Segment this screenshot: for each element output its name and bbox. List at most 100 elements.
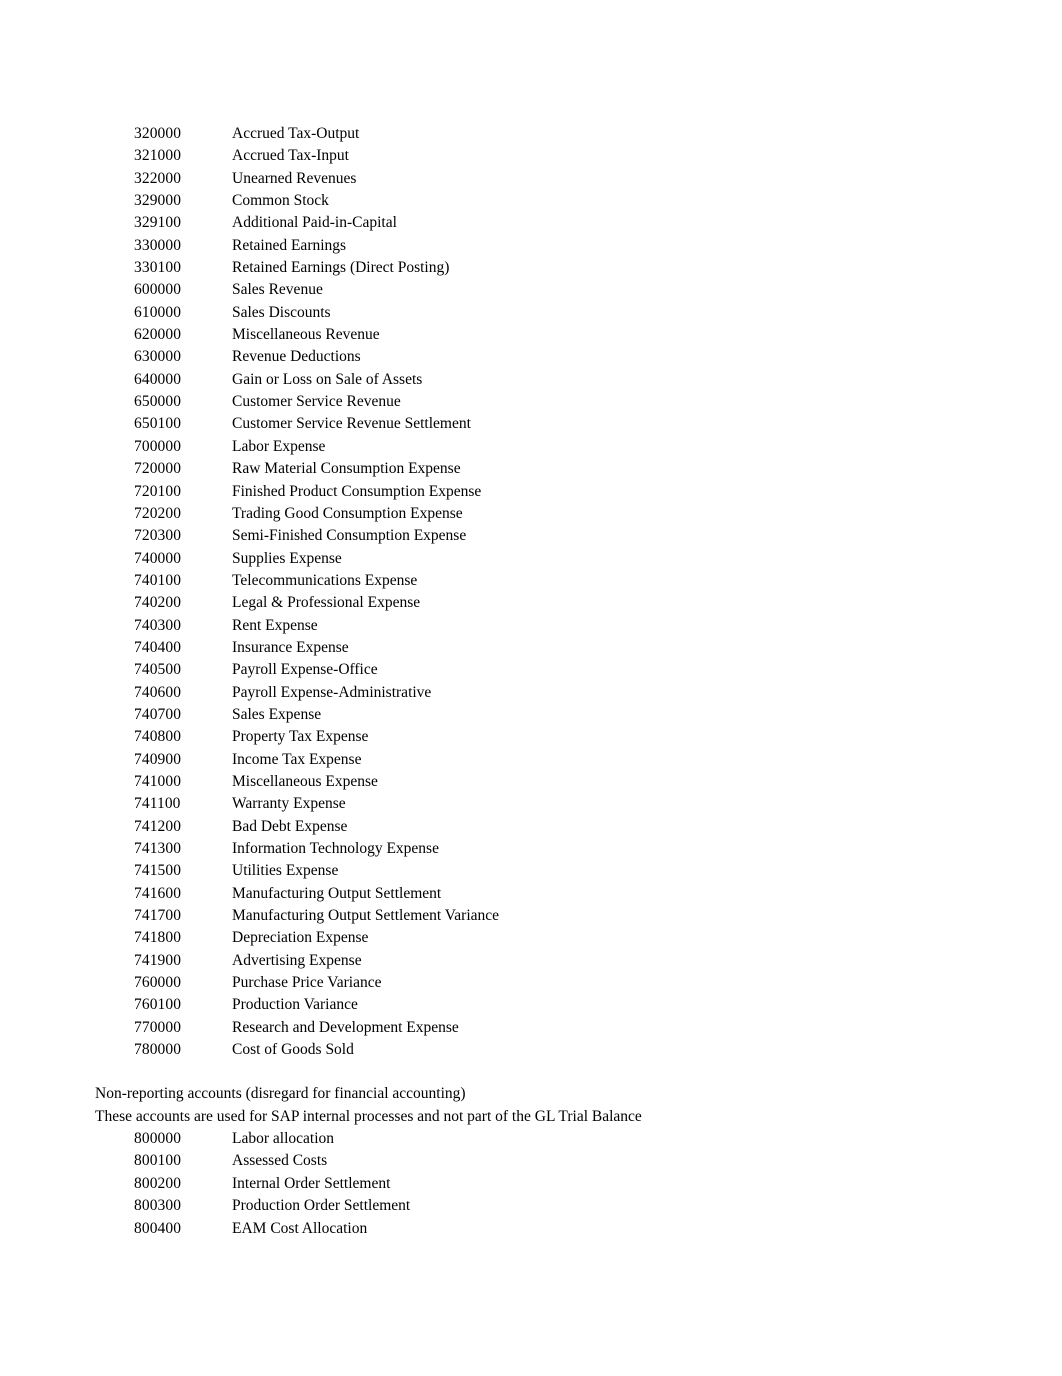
account-number: 741500 — [134, 862, 182, 880]
account-row: 720200 Trading Good Consumption Expense — [0, 503, 1062, 525]
account-number: 740200 — [134, 594, 182, 612]
account-name: Cost of Goods Sold — [232, 1041, 354, 1059]
account-number: 720100 — [134, 482, 182, 500]
account-row: 741800 Depreciation Expense — [0, 927, 1062, 949]
account-name: Purchase Price Variance — [232, 974, 382, 992]
account-number: 741600 — [134, 884, 182, 902]
account-name: Revenue Deductions — [232, 348, 361, 366]
account-name: Supplies Expense — [232, 549, 342, 567]
account-name: Unearned Revenues — [232, 169, 357, 187]
account-number: 329000 — [134, 192, 182, 210]
account-row: 740600 Payroll Expense-Administrative — [0, 682, 1062, 704]
account-name: Accrued Tax-Input — [232, 147, 349, 165]
account-row: 740300 Rent Expense — [0, 615, 1062, 637]
account-name: Retained Earnings (Direct Posting) — [232, 259, 450, 277]
account-name: EAM Cost Allocation — [232, 1219, 368, 1237]
account-name: Research and Development Expense — [232, 1018, 459, 1036]
account-row: 600000 Sales Revenue — [0, 279, 1062, 301]
account-number: 741800 — [134, 929, 182, 947]
account-row: 741300 Information Technology Expense — [0, 838, 1062, 860]
account-name: Retained Earnings — [232, 236, 347, 254]
account-row: 741000 Miscellaneous Expense — [0, 771, 1062, 793]
account-name: Gain or Loss on Sale of Assets — [232, 370, 423, 388]
account-number: 770000 — [134, 1018, 182, 1036]
account-name: Labor Expense — [232, 437, 326, 455]
account-number: 630000 — [134, 348, 182, 366]
account-number: 740300 — [134, 616, 182, 634]
account-row: 620000 Miscellaneous Revenue — [0, 324, 1062, 346]
account-number: 760100 — [134, 996, 182, 1014]
non-reporting-account-list: 800000 Labor allocation 800100 Assessed Cos… — [0, 1128, 1062, 1240]
account-number: 740500 — [134, 661, 182, 679]
account-row: 740000 Supplies Expense — [0, 548, 1062, 570]
account-name: Accrued Tax-Output — [232, 125, 360, 142]
account-number: 800100 — [134, 1152, 182, 1170]
account-row: 330000 Retained Earnings — [0, 235, 1062, 257]
account-number: 740700 — [134, 705, 182, 723]
account-name: Sales Expense — [232, 705, 322, 723]
account-row: 329100 Additional Paid-in-Capital — [0, 212, 1062, 234]
account-number: 620000 — [134, 326, 182, 344]
account-row: 740100 Telecommunications Expense — [0, 570, 1062, 592]
account-name: Semi-Finished Consumption Expense — [232, 527, 467, 545]
account-row: 700000 Labor Expense — [0, 436, 1062, 458]
account-name: Advertising Expense — [232, 951, 362, 969]
account-name: Payroll Expense-Administrative — [232, 683, 432, 701]
account-row: 760100 Production Variance — [0, 994, 1062, 1016]
account-name: Finished Product Consumption Expense — [232, 482, 482, 500]
account-number: 741200 — [134, 817, 182, 835]
account-number: 720200 — [134, 504, 182, 522]
account-name: Miscellaneous Revenue — [232, 326, 380, 344]
account-number: 330000 — [134, 236, 182, 254]
account-number: 640000 — [134, 370, 182, 388]
account-row: 800100 Assessed Costs — [0, 1150, 1062, 1172]
account-name: Customer Service Revenue Settlement — [232, 415, 471, 433]
account-row: 800400 EAM Cost Allocation — [0, 1218, 1062, 1240]
account-number: 741300 — [134, 840, 182, 857]
account-name: Labor allocation — [232, 1130, 334, 1148]
account-row: 741700 Manufacturing Output Settlement Va… — [0, 905, 1062, 927]
account-row: 329000 Common Stock — [0, 190, 1062, 212]
account-name: Trading Good Consumption Expense — [232, 504, 463, 522]
account-row: 610000 Sales Discounts — [0, 302, 1062, 324]
account-number: 800000 — [134, 1130, 182, 1148]
account-number: 741700 — [134, 907, 182, 925]
account-row: 630000 Revenue Deductions — [0, 346, 1062, 368]
account-number: 610000 — [134, 303, 182, 321]
account-row: 330100 Retained Earnings (Direct Posting) — [0, 257, 1062, 279]
account-number: 741000 — [134, 772, 182, 790]
account-name: Payroll Expense-Office — [232, 661, 378, 679]
non-reporting-note: Non-reporting accounts (disregard for fi… — [0, 1083, 1062, 1128]
account-number: 740100 — [134, 571, 182, 589]
account-row: 740900 Income Tax Expense — [0, 749, 1062, 771]
account-number: 800400 — [134, 1219, 182, 1237]
account-name: Additional Paid-in-Capital — [232, 214, 397, 232]
account-number: 320000 — [134, 125, 182, 142]
document-page: 320000 Accrued Tax-Output 321000 Accrued Ta… — [0, 0, 1062, 1376]
account-name: Manufacturing Output Settlement Variance — [232, 907, 500, 925]
account-row: 320000 Accrued Tax-Output — [0, 123, 1062, 145]
account-number: 329100 — [134, 214, 182, 232]
account-name: Production Variance — [232, 996, 358, 1014]
account-row: 741100 Warranty Expense — [0, 793, 1062, 815]
account-name: Property Tax Expense — [232, 728, 369, 746]
account-row: 740200 Legal & Professional Expense — [0, 592, 1062, 614]
account-row: 321000 Accrued Tax-Input — [0, 145, 1062, 167]
account-number: 740400 — [134, 638, 182, 656]
account-name: Assessed Costs — [232, 1152, 328, 1170]
account-number: 741900 — [134, 951, 182, 969]
account-row: 800300 Production Order Settlement — [0, 1195, 1062, 1217]
account-row: 760000 Purchase Price Variance — [0, 972, 1062, 994]
account-name: Utilities Expense — [232, 862, 339, 880]
account-row: 780000 Cost of Goods Sold — [0, 1039, 1062, 1061]
account-row: 720300 Semi-Finished Consumption Expense — [0, 525, 1062, 547]
account-number: 330100 — [134, 259, 182, 277]
account-row: 650100 Customer Service Revenue Settlemen… — [0, 413, 1062, 435]
account-row: 770000 Research and Development Expense — [0, 1017, 1062, 1039]
account-row: 741600 Manufacturing Output Settlement — [0, 883, 1062, 905]
account-name: Bad Debt Expense — [232, 817, 348, 835]
account-row: 741500 Utilities Expense — [0, 860, 1062, 882]
account-row: 650000 Customer Service Revenue — [0, 391, 1062, 413]
account-name: Rent Expense — [232, 616, 318, 634]
